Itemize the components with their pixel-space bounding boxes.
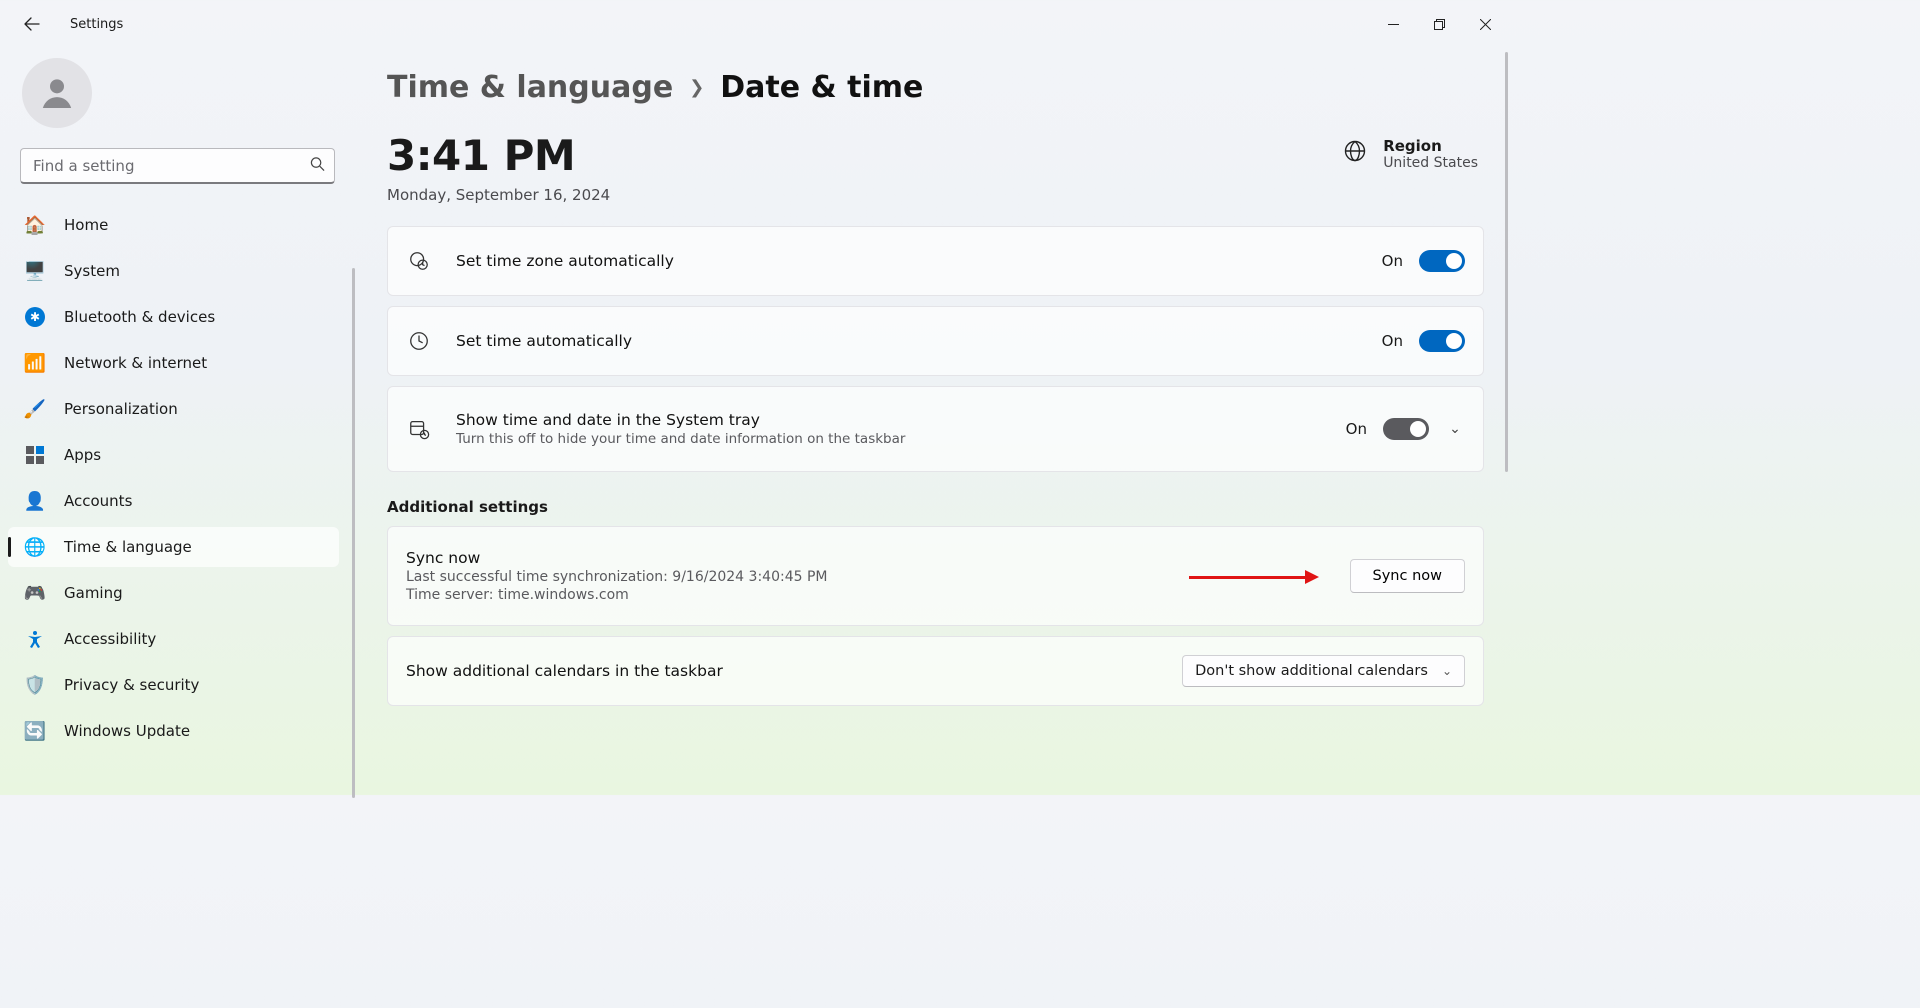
gamepad-icon: 🎮 xyxy=(24,582,46,604)
setting-sync-now: Sync now Last successful time synchroniz… xyxy=(387,526,1484,626)
window-title: Settings xyxy=(70,17,123,32)
region-value: United States xyxy=(1383,155,1478,171)
sidebar-item-accessibility[interactable]: Accessibility xyxy=(8,619,339,659)
sidebar-item-label: Personalization xyxy=(64,400,178,418)
globe-icon xyxy=(1343,139,1367,169)
sidebar-item-accounts[interactable]: 👤 Accounts xyxy=(8,481,339,521)
person-icon xyxy=(37,73,77,113)
sidebar-item-label: Home xyxy=(64,216,108,234)
setting-label: Show additional calendars in the taskbar xyxy=(406,662,723,680)
timezone-auto-toggle[interactable] xyxy=(1419,250,1465,272)
toggle-state-label: On xyxy=(1346,420,1367,438)
wifi-icon: 📶 xyxy=(24,352,46,374)
sidebar-item-label: Gaming xyxy=(64,584,123,602)
window-controls xyxy=(1370,8,1508,40)
calendars-select[interactable]: Don't show additional calendars ⌄ xyxy=(1182,655,1465,687)
shield-icon: 🛡️ xyxy=(24,674,46,696)
setting-additional-calendars: Show additional calendars in the taskbar… xyxy=(387,636,1484,706)
annotation-arrow xyxy=(1189,573,1319,581)
timezone-icon xyxy=(406,250,432,272)
sidebar: 🏠 Home 🖥️ System ✱ Bluetooth & devices 📶 Net… xyxy=(0,48,355,795)
setting-tray-clock: Show time and date in the System tray Tu… xyxy=(387,386,1484,472)
region-label: Region xyxy=(1383,137,1478,155)
sidebar-item-label: System xyxy=(64,262,120,280)
sync-server: Time server: time.windows.com xyxy=(406,587,827,603)
chevron-down-icon: ⌄ xyxy=(1442,664,1452,678)
sidebar-item-apps[interactable]: Apps xyxy=(8,435,339,475)
sidebar-item-privacy[interactable]: 🛡️ Privacy & security xyxy=(8,665,339,705)
region-info[interactable]: Region United States xyxy=(1343,137,1478,171)
setting-label: Show time and date in the System tray xyxy=(456,411,905,429)
person-icon: 👤 xyxy=(24,490,46,512)
sync-last: Last successful time synchronization: 9/… xyxy=(406,569,827,585)
maximize-button[interactable] xyxy=(1416,8,1462,40)
setting-time-auto: Set time automatically On xyxy=(387,306,1484,376)
toggle-state-label: On xyxy=(1382,252,1403,270)
sidebar-item-bluetooth[interactable]: ✱ Bluetooth & devices xyxy=(8,297,339,337)
setting-timezone-auto: Set time zone automatically On xyxy=(387,226,1484,296)
brush-icon: 🖌️ xyxy=(24,398,46,420)
apps-icon xyxy=(24,444,46,466)
sidebar-item-label: Bluetooth & devices xyxy=(64,308,215,326)
breadcrumb-current: Date & time xyxy=(720,70,923,105)
sidebar-item-time-language[interactable]: 🌐 Time & language xyxy=(8,527,339,567)
expand-button[interactable]: ⌄ xyxy=(1445,421,1465,437)
sidebar-item-personalization[interactable]: 🖌️ Personalization xyxy=(8,389,339,429)
back-button[interactable] xyxy=(12,4,52,44)
nav: 🏠 Home 🖥️ System ✱ Bluetooth & devices 📶 Net… xyxy=(0,202,355,754)
home-icon: 🏠 xyxy=(24,214,46,236)
search-icon xyxy=(310,157,325,176)
sidebar-item-label: Windows Update xyxy=(64,722,190,740)
sidebar-item-label: Accessibility xyxy=(64,630,156,648)
setting-description: Turn this off to hide your time and date… xyxy=(456,431,905,447)
setting-label: Set time zone automatically xyxy=(456,252,674,270)
user-avatar[interactable] xyxy=(22,58,92,128)
sidebar-item-home[interactable]: 🏠 Home xyxy=(8,205,339,245)
minimize-button[interactable] xyxy=(1370,8,1416,40)
sidebar-item-label: Privacy & security xyxy=(64,676,199,694)
clock-icon xyxy=(406,330,432,352)
sidebar-item-update[interactable]: 🔄 Windows Update xyxy=(8,711,339,751)
current-time: 3:41 PM xyxy=(387,131,610,180)
calendar-clock-icon xyxy=(406,418,432,440)
main-content: Time & language ❯ Date & time 3:41 PM Mo… xyxy=(355,48,1512,795)
globe-clock-icon: 🌐 xyxy=(24,536,46,558)
close-button[interactable] xyxy=(1462,8,1508,40)
sync-now-button[interactable]: Sync now xyxy=(1350,559,1465,593)
sidebar-item-label: Accounts xyxy=(64,492,132,510)
tray-clock-toggle[interactable] xyxy=(1383,418,1429,440)
bluetooth-icon: ✱ xyxy=(24,306,46,328)
current-date: Monday, September 16, 2024 xyxy=(387,186,610,204)
breadcrumb: Time & language ❯ Date & time xyxy=(387,70,1484,105)
update-icon: 🔄 xyxy=(24,720,46,742)
chevron-right-icon: ❯ xyxy=(689,77,704,98)
section-heading: Additional settings xyxy=(387,498,1484,516)
system-icon: 🖥️ xyxy=(24,260,46,282)
setting-label: Set time automatically xyxy=(456,332,632,350)
sidebar-item-label: Apps xyxy=(64,446,101,464)
toggle-state-label: On xyxy=(1382,332,1403,350)
select-value: Don't show additional calendars xyxy=(1195,663,1428,679)
sidebar-item-label: Time & language xyxy=(64,538,192,556)
sync-title: Sync now xyxy=(406,549,827,567)
titlebar: Settings xyxy=(0,0,1512,48)
maximize-icon xyxy=(1434,19,1445,30)
minimize-icon xyxy=(1388,19,1399,30)
search-input[interactable] xyxy=(20,148,335,184)
arrow-left-icon xyxy=(24,16,40,32)
sidebar-item-label: Network & internet xyxy=(64,354,207,372)
sidebar-item-gaming[interactable]: 🎮 Gaming xyxy=(8,573,339,613)
sidebar-item-network[interactable]: 📶 Network & internet xyxy=(8,343,339,383)
sidebar-item-system[interactable]: 🖥️ System xyxy=(8,251,339,291)
main-scrollbar[interactable] xyxy=(1505,52,1508,472)
breadcrumb-parent[interactable]: Time & language xyxy=(387,70,673,105)
accessibility-icon xyxy=(24,628,46,650)
close-icon xyxy=(1480,19,1491,30)
time-auto-toggle[interactable] xyxy=(1419,330,1465,352)
